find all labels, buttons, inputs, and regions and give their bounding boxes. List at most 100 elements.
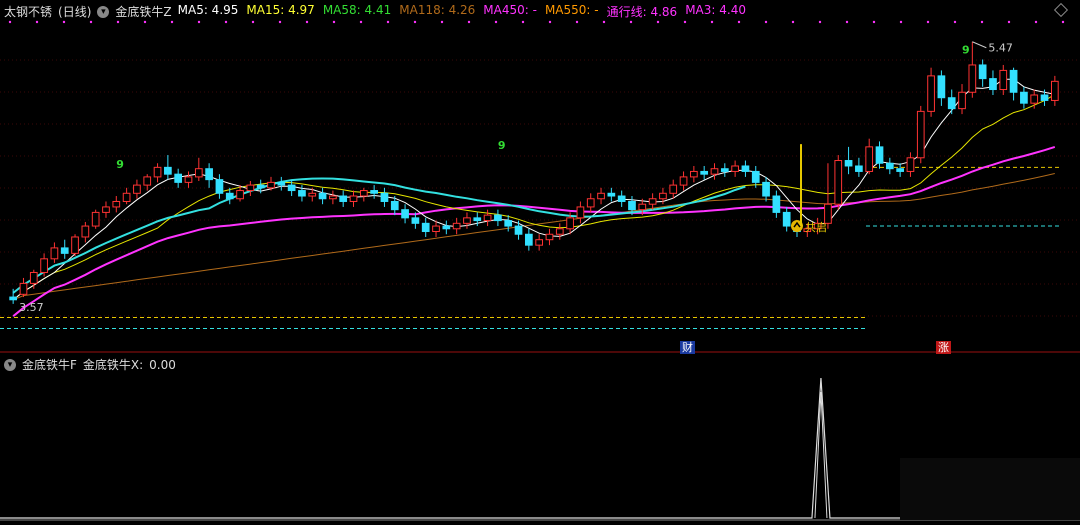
candle-body: [81, 225, 90, 238]
candle-body: [277, 181, 286, 186]
top-marker: [440, 20, 444, 24]
sub-value: 0.00: [149, 357, 176, 372]
ma-legend-item: MA450: -: [483, 3, 537, 17]
top-marker: [8, 20, 12, 24]
candle-body: [380, 192, 389, 202]
rise-tag[interactable]: 涨: [936, 341, 951, 354]
top-marker: [62, 20, 66, 24]
top-marker: [737, 20, 741, 24]
candle-body: [906, 157, 915, 172]
candle-body: [1050, 80, 1059, 101]
chevron-down-icon[interactable]: ▾: [97, 5, 110, 18]
candle-body: [586, 198, 595, 208]
candle-body: [968, 64, 977, 93]
candle-body: [834, 160, 843, 205]
sub-header: ▾ 金底铁牛F 金底铁牛X: 0.00: [4, 356, 176, 373]
candle-body: [947, 97, 956, 110]
candle-body: [133, 184, 141, 194]
candle-body: [896, 168, 904, 172]
top-marker: [899, 20, 903, 24]
candle-body: [648, 198, 657, 205]
candle-body: [411, 217, 420, 224]
candle-body: [308, 192, 317, 197]
candle-body: [339, 195, 348, 202]
candle-body: [566, 217, 574, 230]
top-marker: [845, 20, 849, 24]
top-marker: [764, 20, 768, 24]
candle-body: [29, 271, 38, 284]
candle-body: [442, 225, 451, 230]
candle-body: [720, 168, 729, 172]
high-label: 5.47: [988, 42, 1013, 55]
fin-tag[interactable]: 财: [680, 341, 695, 354]
top-marker: [224, 20, 228, 24]
candle-body: [999, 69, 1008, 91]
ma-legend-item: MA3: 4.40: [685, 3, 746, 17]
top-marker: [386, 20, 390, 24]
top-marker: [548, 20, 552, 24]
ma-legend-item: MA15: 4.97: [246, 3, 315, 17]
candle-body: [690, 170, 698, 178]
candle-body: [421, 222, 430, 233]
chart-header: 太钢不锈 (日线) ▾ 金底铁牛Z MA5: 4.95 MA15: 4.97 MA5…: [4, 3, 746, 20]
top-marker: [251, 20, 255, 24]
top-marker: [197, 20, 201, 24]
candle-body: [122, 192, 131, 202]
top-marker: [467, 20, 471, 24]
top-marker: [710, 20, 714, 24]
candle-body: [937, 75, 946, 99]
indicator-name[interactable]: 金底铁牛Z: [115, 3, 171, 20]
top-marker: [494, 20, 498, 24]
candle-body: [483, 214, 492, 222]
signal-line-inner: [814, 391, 828, 519]
top-marker: [872, 20, 876, 24]
candle-body: [514, 225, 523, 235]
candle-body: [287, 184, 296, 192]
nine-marker: 9: [498, 139, 506, 152]
candle-body: [1040, 94, 1049, 101]
ma-legend-item: 通行线: 4.86: [606, 5, 678, 19]
candle-body: [473, 217, 482, 222]
corner-overlay: [900, 458, 1080, 520]
top-marker: [278, 20, 282, 24]
candle-body: [329, 195, 337, 200]
top-marker: [413, 20, 417, 24]
high-pointer: [972, 41, 987, 49]
candle-body: [349, 195, 358, 202]
top-marker: [656, 20, 660, 24]
candle-body: [194, 168, 203, 178]
candle-body: [617, 195, 626, 202]
candle-body: [782, 211, 791, 227]
candle-body: [885, 162, 894, 170]
top-marker: [629, 20, 633, 24]
candle-body: [741, 165, 750, 172]
top-marker: [926, 20, 930, 24]
candle-body: [153, 166, 162, 178]
candle-body: [535, 239, 544, 246]
chevron-down-icon[interactable]: ▾: [4, 358, 16, 371]
top-marker: [683, 20, 687, 24]
candle-body: [19, 282, 28, 295]
candle-body: [844, 160, 853, 167]
sub-value-label: 金底铁牛X:: [82, 358, 144, 372]
candle-body: [267, 181, 275, 189]
candle-body: [143, 176, 152, 186]
candle-body: [855, 165, 863, 172]
candle-body: [370, 190, 378, 194]
candle-body: [576, 206, 585, 219]
candle-body: [318, 192, 327, 200]
ma5-line: [12, 78, 1055, 301]
top-marker: [1061, 20, 1065, 24]
candle-body: [215, 179, 224, 194]
signal-label: 共启: [805, 221, 827, 234]
stock-chart: 5.47 3.57 9 9 9 共启: [0, 20, 1080, 521]
top-marker: [1007, 20, 1011, 24]
candle-body: [710, 168, 719, 175]
candle-body: [1030, 94, 1039, 104]
top-marker: [1034, 20, 1038, 24]
sub-indicator-name[interactable]: 金底铁牛F: [22, 356, 77, 373]
stock-name: 太钢不锈: [4, 5, 53, 19]
top-marker: [818, 20, 822, 24]
candle-body: [989, 78, 997, 91]
candle-body: [432, 225, 440, 233]
